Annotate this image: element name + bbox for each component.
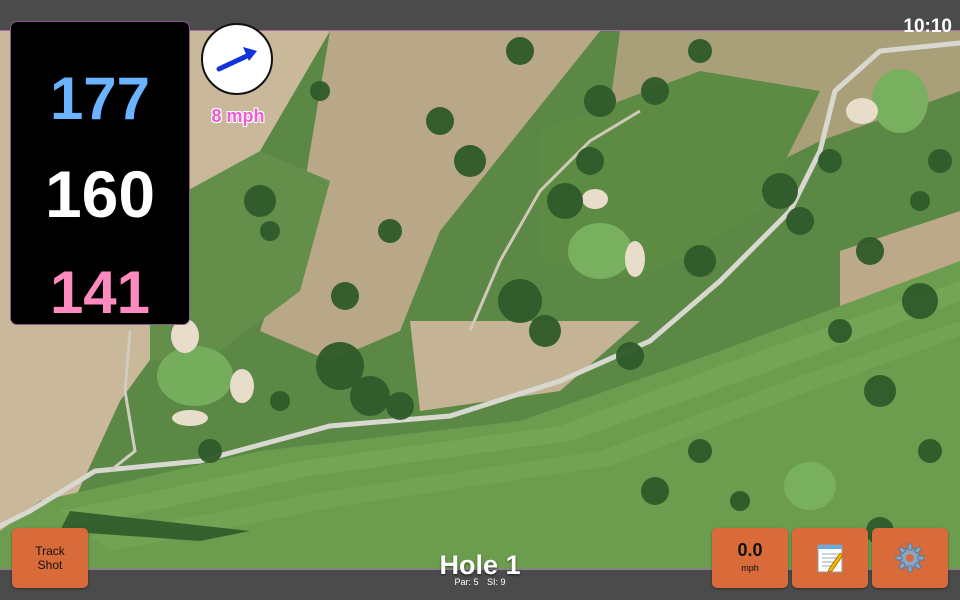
front-distance: 141 (49, 259, 151, 326)
settings-button[interactable] (872, 528, 948, 588)
track-shot-button[interactable]: Track Shot (12, 528, 88, 588)
distance-panel: 177 160 141 (11, 22, 189, 326)
gear-icon (895, 543, 925, 573)
back-distance: 177 (49, 65, 151, 132)
track-shot-label-line1: Track (35, 544, 65, 558)
track-shot-label-line2: Shot (37, 558, 63, 572)
arrow-right-up-icon (216, 47, 257, 72)
wind-speed-label: 8 mph (211, 106, 265, 126)
notepad-icon (817, 544, 844, 573)
status-clock: 10:10 (903, 16, 952, 37)
notes-button[interactable] (792, 528, 868, 588)
speed-value: 0.0 (737, 540, 763, 560)
speed-button[interactable]: 0.0 mph (712, 528, 788, 588)
wind-indicator (201, 23, 273, 95)
middle-distance: 160 (44, 157, 156, 231)
hole-par: Par: 5 (454, 577, 479, 587)
hole-stroke-index: SI: 9 (487, 577, 506, 587)
hole-info: Par: 5 SI: 9 (400, 577, 560, 587)
speed-unit: mph (741, 563, 759, 573)
